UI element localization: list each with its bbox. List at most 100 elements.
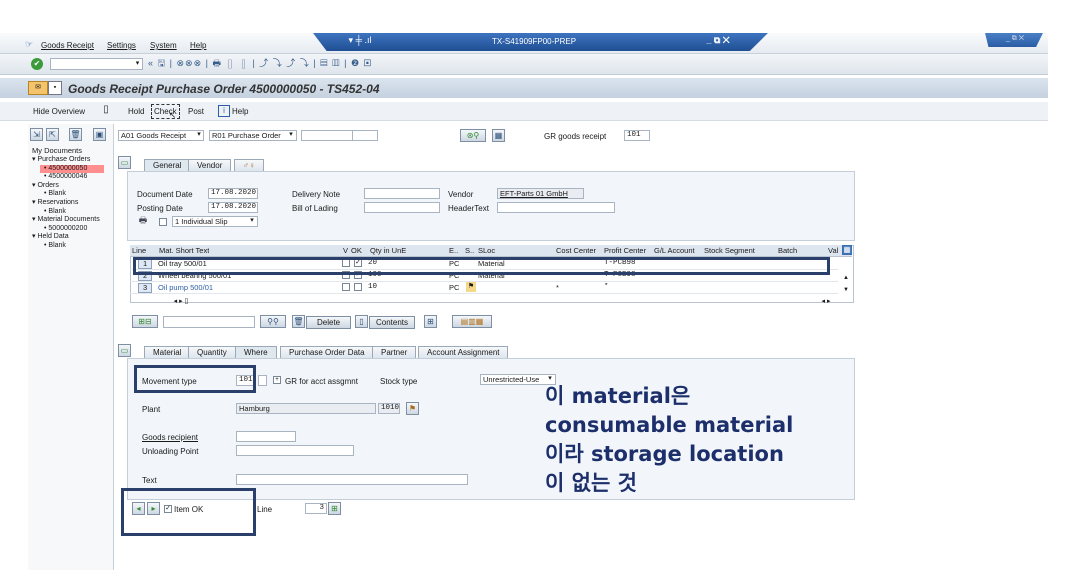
help-icon[interactable]: i [218, 105, 230, 117]
layout-icon[interactable]: ▣ [93, 128, 106, 141]
column-header[interactable]: OK [351, 246, 362, 255]
split-icon[interactable]: ⊞ [424, 315, 437, 328]
text-field[interactable] [236, 474, 468, 485]
plant-code-field[interactable]: 1010 [378, 403, 400, 414]
menu-goods-receipt[interactable]: Goods Receipt [41, 41, 94, 50]
table-hscroll-right-icon[interactable]: ◂ ▸ [818, 296, 834, 308]
tab-vendor[interactable]: Vendor [188, 159, 232, 171]
document-date-field[interactable]: 17.08.2020 [208, 188, 258, 199]
reference-dropdown-icon[interactable]: ▾ [287, 129, 295, 141]
profit-center[interactable]: * [604, 283, 609, 291]
column-header[interactable]: E.. [449, 246, 458, 255]
tab-quantity[interactable]: Quantity [188, 346, 236, 358]
column-header[interactable]: Cost Center [556, 246, 596, 255]
expand-icon[interactable]: ⇲ [30, 128, 43, 141]
line-select-icon[interactable]: ⊞ [328, 502, 341, 515]
menu-help[interactable]: Help [190, 41, 206, 50]
v-checkbox[interactable] [342, 283, 350, 291]
collapse-icon[interactable]: ⇱ [46, 128, 59, 141]
sloc-search-icon[interactable]: ⚑ [466, 282, 476, 292]
tab-account-assignment[interactable]: Account Assignment [418, 346, 509, 358]
line-field[interactable]: 3 [305, 503, 327, 514]
slip-dropdown-icon[interactable]: ▾ [248, 215, 256, 227]
quantity[interactable]: 10 [368, 283, 377, 291]
tab-partner-icon[interactable]: ♂♀ [234, 159, 264, 171]
plant-field[interactable]: Hamburg [236, 403, 376, 414]
column-header[interactable]: Line [132, 246, 146, 255]
table-row[interactable]: 3 Oil pump 500/01 10 PC * * ⚑ [130, 282, 838, 294]
sidebar-item[interactable]: ▾ Orders [30, 182, 112, 191]
plant-info-icon[interactable]: ⚑ [406, 402, 419, 415]
new-doc-icon[interactable]: ▯ [101, 104, 111, 116]
sidebar-item[interactable]: ▾ Held Data [30, 233, 112, 242]
delivery-note-field[interactable] [364, 188, 440, 199]
sidebar-item[interactable]: ▾ Purchase Orders [30, 156, 112, 165]
column-header[interactable]: Qty in UnE [370, 246, 406, 255]
column-header[interactable]: Stock Segment [704, 246, 755, 255]
column-header[interactable]: SLoc [478, 246, 495, 255]
menu-settings[interactable]: Settings [107, 41, 136, 50]
help-button[interactable]: Help [232, 107, 248, 116]
line-number[interactable]: 3 [138, 283, 153, 293]
unloading-point-field[interactable] [236, 445, 354, 456]
enter-icon[interactable]: ✔ [31, 58, 43, 70]
column-header[interactable]: Profit Center [604, 246, 646, 255]
trash-icon[interactable]: 🗑 [69, 128, 82, 141]
tab-purchase-order-data[interactable]: Purchase Order Data [280, 346, 374, 358]
sidebar-item[interactable]: • Blank [30, 208, 112, 217]
posting-date-field[interactable]: 17.08.2020 [208, 202, 258, 213]
menu-system[interactable]: System [150, 41, 177, 50]
sidebar-item[interactable]: • 4500000050 [40, 164, 104, 174]
contents-button[interactable]: Contents [369, 316, 416, 329]
sidebar-item[interactable]: ▾ Reservations [30, 199, 112, 208]
ok-checkbox[interactable] [354, 283, 362, 291]
vendor-field[interactable]: EFT-Parts 01 GmbH [497, 188, 584, 199]
header-text-field[interactable] [497, 202, 615, 213]
table-hscroll-icon[interactable]: ◂ ▸ ▯ [170, 296, 192, 308]
execute-icon[interactable]: ⊛⚲ [460, 129, 486, 142]
reference-select[interactable]: R01 Purchase Order [209, 130, 297, 141]
header-toggle-icon[interactable]: ▭ [118, 156, 131, 169]
delete-button[interactable]: Delete [306, 316, 352, 329]
tab-general[interactable]: General [144, 159, 191, 171]
column-header[interactable]: G/L Account [654, 246, 695, 255]
toolbar-icons[interactable]: « 🖫 | ⊗⊗⊗ | 🖶 ▯ ▯ | ⤴ ⤵ ⤴ ⤵ | ▤ ▥ | ❷ ▣ [148, 57, 418, 69]
sidebar-item[interactable]: • Blank [30, 242, 112, 251]
hide-overview-button[interactable]: Hide Overview [33, 107, 85, 116]
hold-button[interactable]: Hold [128, 107, 144, 116]
table-scroll-up-icon[interactable]: ▲ [842, 272, 850, 284]
movement-type-ext-field[interactable] [258, 375, 267, 386]
gr-acct-checkbox[interactable]: + [273, 376, 281, 384]
app-menu-icon[interactable]: ☞ [24, 38, 34, 50]
print-checkbox[interactable] [159, 218, 167, 226]
goods-recipient-field[interactable] [236, 431, 296, 442]
po-number-field[interactable] [301, 130, 353, 141]
tab-partner[interactable]: Partner [372, 346, 417, 358]
table-scroll-down-icon[interactable]: ▼ [842, 284, 850, 296]
grid-icon[interactable]: ▦ [492, 129, 505, 142]
command-field[interactable] [50, 58, 143, 70]
cost-center[interactable]: * [556, 283, 559, 292]
corner-close-icon[interactable]: _ ⧉ ✕ [1000, 33, 1030, 45]
po-item-field[interactable] [352, 130, 378, 141]
sidebar-item[interactable]: ▾ Material Documents [30, 216, 112, 225]
gr-code-field[interactable]: 101 [624, 130, 650, 141]
sidebar-item[interactable]: • 5000000200 [30, 225, 112, 234]
command-dropdown-icon[interactable]: ▾ [133, 58, 142, 70]
action-select[interactable]: A01 Goods Receipt [118, 130, 204, 141]
layout-tools-icon[interactable]: ▤▥▦ [452, 315, 492, 328]
find-icon[interactable]: ⚲⚲ [260, 315, 286, 328]
post-button[interactable]: Post [188, 107, 204, 116]
column-header[interactable]: Mat. Short Text [159, 246, 209, 255]
print-icon[interactable]: 🖶 [137, 214, 149, 226]
column-header[interactable]: V [343, 246, 348, 255]
slip-select[interactable]: 1 Individual Slip [172, 216, 258, 227]
tab-where[interactable]: Where [235, 346, 277, 358]
column-header[interactable]: S.. [465, 246, 474, 255]
column-header[interactable]: Batch [778, 246, 797, 255]
detail-toggle-icon[interactable]: ▭ [118, 344, 131, 357]
unit[interactable]: PC [449, 283, 459, 292]
bill-of-lading-field[interactable] [364, 202, 440, 213]
action-dropdown-icon[interactable]: ▾ [195, 129, 203, 141]
select-all-icon[interactable]: ⊞⊟ [132, 315, 158, 328]
